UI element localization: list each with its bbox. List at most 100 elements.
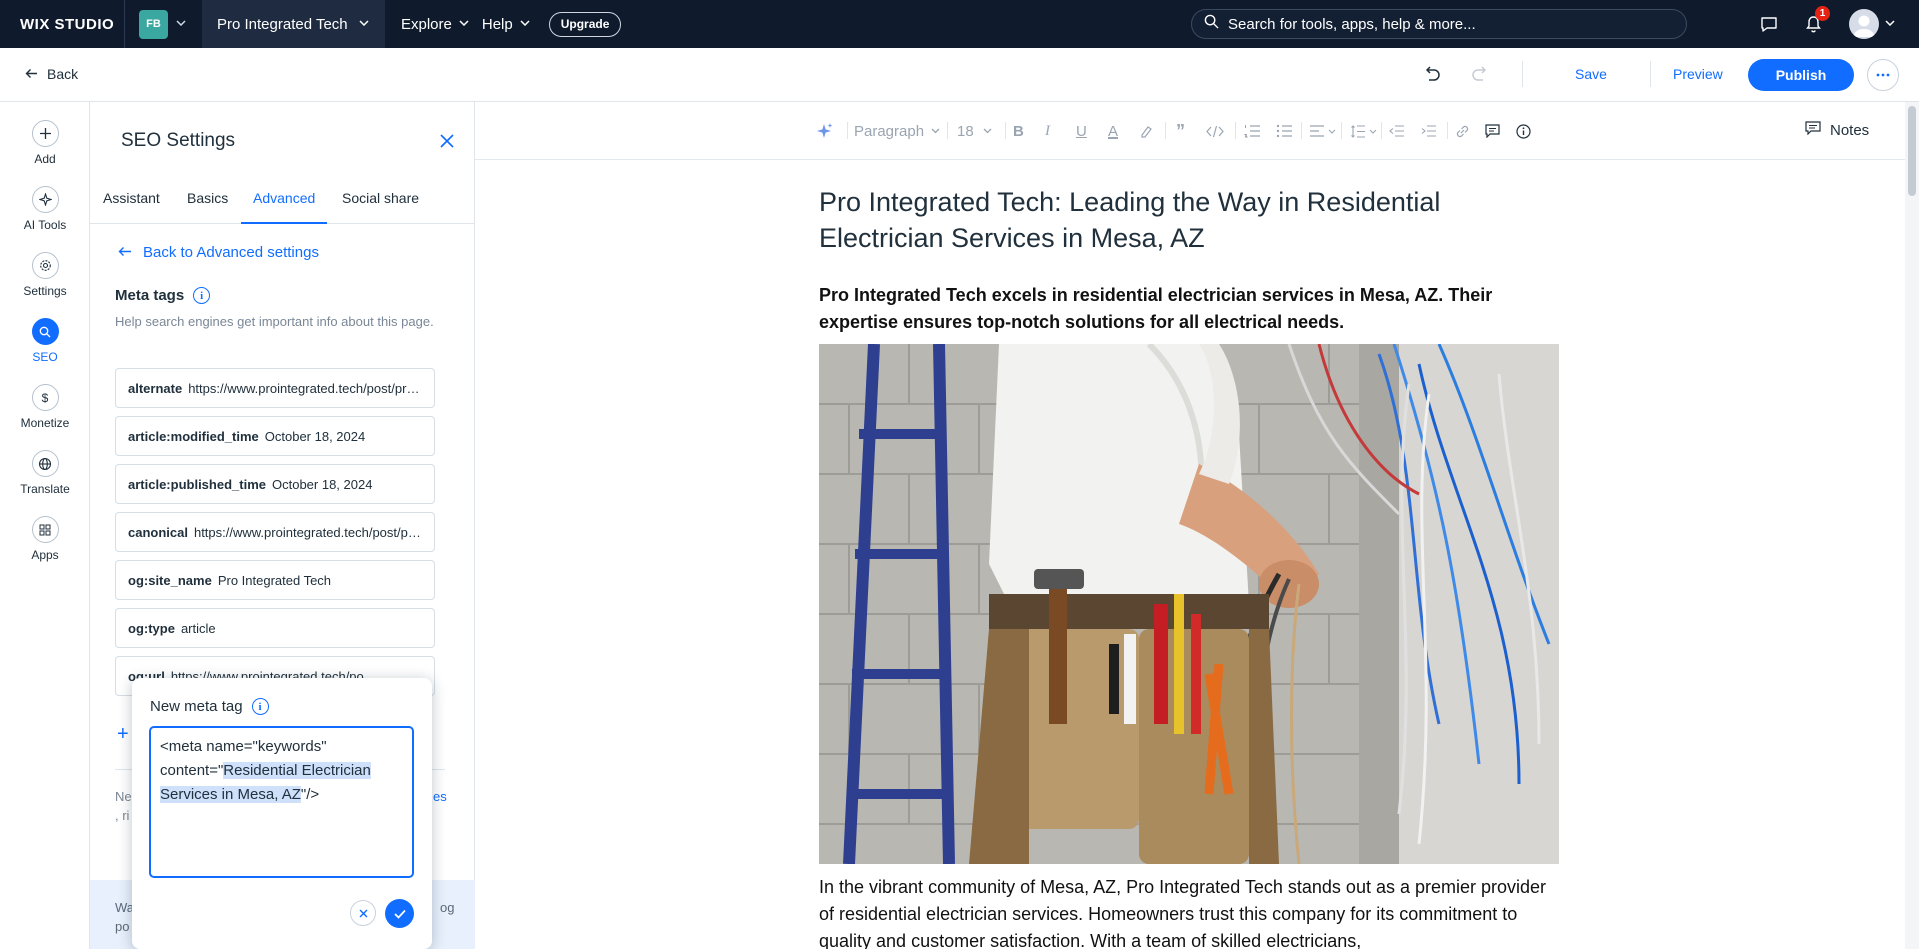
chevron-down-icon xyxy=(176,18,186,29)
back-to-advanced-label: Back to Advanced settings xyxy=(143,244,319,261)
rail-item-add[interactable]: Add xyxy=(0,120,90,166)
chevron-down-icon xyxy=(1885,18,1895,29)
chevron-down-icon xyxy=(931,128,940,134)
meta-tag-row[interactable]: og:type article xyxy=(115,608,435,648)
rail-label: Settings xyxy=(23,284,67,298)
meta-tag-row[interactable]: article:published_time October 18, 2024 xyxy=(115,464,435,504)
info-icon[interactable] xyxy=(1516,120,1531,142)
meta-tag-row[interactable]: canonical https://www.prointegrated.tech… xyxy=(115,512,435,552)
upgrade-button[interactable]: Upgrade xyxy=(548,11,622,37)
chevron-down-icon xyxy=(1328,129,1336,134)
chat-icon[interactable] xyxy=(1747,0,1791,48)
panel-text-fragment: Ne xyxy=(115,789,132,804)
font-size-dropdown[interactable]: 18 xyxy=(957,120,992,142)
decrease-indent-icon[interactable] xyxy=(1389,120,1404,142)
redo-icon[interactable] xyxy=(1469,63,1491,85)
post-lead-paragraph[interactable]: Pro Integrated Tech excels in residentia… xyxy=(819,282,1569,336)
divider xyxy=(1522,61,1523,87)
divider xyxy=(1381,122,1382,139)
rail-item-settings[interactable]: Settings xyxy=(0,252,90,298)
explore-menu[interactable]: Explore xyxy=(385,0,469,48)
chevron-down-icon xyxy=(459,18,469,29)
new-meta-tag-popup: New meta tag i <meta name="keywords" con… xyxy=(132,678,432,949)
editor-toolbar: Paragraph 18 B I U A ” Notes xyxy=(475,102,1905,160)
meta-tags-description: Help search engines get important info a… xyxy=(115,314,434,329)
bold-icon[interactable]: B xyxy=(1013,120,1024,142)
numbered-list-icon[interactable] xyxy=(1244,120,1260,142)
paragraph-style-value: Paragraph xyxy=(854,122,925,140)
info-icon[interactable]: i xyxy=(193,287,211,304)
preview-button[interactable]: Preview xyxy=(1673,66,1723,82)
search-box[interactable] xyxy=(1191,9,1687,39)
wix-studio-logo[interactable]: WIX STUDIO xyxy=(0,16,124,33)
post-title[interactable]: Pro Integrated Tech: Leading the Way in … xyxy=(819,184,1569,256)
line-spacing-dropdown[interactable] xyxy=(1351,120,1377,142)
meta-tag-value: October 18, 2024 xyxy=(271,476,373,492)
save-button[interactable]: Save xyxy=(1575,66,1607,82)
underline-icon[interactable]: U xyxy=(1076,120,1087,142)
increase-indent-icon[interactable] xyxy=(1421,120,1436,142)
link-icon[interactable] xyxy=(1455,120,1470,142)
site-name-menu[interactable]: Pro Integrated Tech xyxy=(202,0,385,48)
code-icon[interactable] xyxy=(1206,120,1224,142)
info-icon[interactable]: i xyxy=(251,698,269,715)
confirm-button[interactable] xyxy=(385,899,414,928)
undo-icon[interactable] xyxy=(1421,63,1443,85)
help-menu[interactable]: Help xyxy=(469,0,530,48)
rail-label: SEO xyxy=(32,350,58,364)
divider xyxy=(1341,122,1342,139)
meta-tag-row[interactable]: alternate https://www.prointegrated.tech… xyxy=(115,368,435,408)
meta-tag-value: Pro Integrated Tech xyxy=(217,572,332,588)
highlight-icon[interactable] xyxy=(1139,120,1153,142)
divider xyxy=(1165,122,1166,139)
meta-tag-code-input[interactable]: <meta name="keywords" content="Residenti… xyxy=(149,726,414,878)
more-actions-button[interactable] xyxy=(1867,59,1899,91)
rail-item-ai-tools[interactable]: AI Tools xyxy=(0,186,90,232)
meta-tag-value: article xyxy=(180,620,216,636)
rail-item-apps[interactable]: Apps xyxy=(0,516,90,562)
meta-tag-row[interactable]: og:site_name Pro Integrated Tech xyxy=(115,560,435,600)
divider xyxy=(947,122,948,139)
italic-icon[interactable]: I xyxy=(1045,120,1050,142)
cancel-button[interactable] xyxy=(350,900,376,926)
tab-basics[interactable]: Basics xyxy=(187,190,228,224)
text-color-icon[interactable]: A xyxy=(1108,120,1118,142)
notifications-bell-icon[interactable]: 1 xyxy=(1791,0,1835,48)
rail-label: Apps xyxy=(31,548,59,562)
back-label: Back xyxy=(47,66,79,82)
panel-text-fragment: og xyxy=(440,900,455,915)
bullet-list-icon[interactable] xyxy=(1276,120,1292,142)
notes-button[interactable]: Notes xyxy=(1805,121,1869,139)
tab-advanced[interactable]: Advanced xyxy=(241,190,328,224)
ai-sparkle-icon[interactable] xyxy=(816,120,834,142)
post-content[interactable]: Pro Integrated Tech: Leading the Way in … xyxy=(819,184,1569,336)
rail-item-translate[interactable]: Translate xyxy=(0,450,90,496)
editor-scrollbar[interactable] xyxy=(1905,102,1919,949)
gear-icon xyxy=(31,252,59,279)
tab-social-share[interactable]: Social share xyxy=(342,190,419,224)
site-switcher[interactable]: FB xyxy=(125,0,202,48)
back-to-advanced-link[interactable]: Back to Advanced settings xyxy=(118,244,319,261)
panel-link-fragment[interactable]: es xyxy=(433,789,447,804)
user-menu[interactable] xyxy=(1835,9,1919,39)
post-image-electrician[interactable] xyxy=(819,344,1559,864)
align-dropdown[interactable] xyxy=(1310,120,1336,142)
close-icon[interactable] xyxy=(436,130,458,152)
meta-tags-heading: Meta tags i xyxy=(115,287,211,304)
meta-tag-row[interactable]: article:modified_time October 18, 2024 xyxy=(115,416,435,456)
meta-tag-name: canonical xyxy=(128,524,188,540)
scrollbar-thumb[interactable] xyxy=(1908,106,1916,196)
paragraph-style-dropdown[interactable]: Paragraph xyxy=(854,120,940,142)
chevron-down-icon xyxy=(520,18,530,29)
plus-icon[interactable]: + xyxy=(117,723,129,746)
rail-item-monetize[interactable]: $ Monetize xyxy=(0,384,90,430)
back-button[interactable]: Back xyxy=(25,66,78,82)
quote-icon[interactable]: ” xyxy=(1176,120,1185,142)
search-input[interactable] xyxy=(1228,15,1668,33)
post-body-paragraph[interactable]: In the vibrant community of Mesa, AZ, Pr… xyxy=(819,874,1559,949)
publish-button[interactable]: Publish xyxy=(1748,59,1854,91)
comment-icon[interactable] xyxy=(1485,120,1500,142)
tab-assistant[interactable]: Assistant xyxy=(103,190,160,224)
divider xyxy=(1650,61,1651,87)
rail-item-seo[interactable]: SEO xyxy=(0,318,90,364)
